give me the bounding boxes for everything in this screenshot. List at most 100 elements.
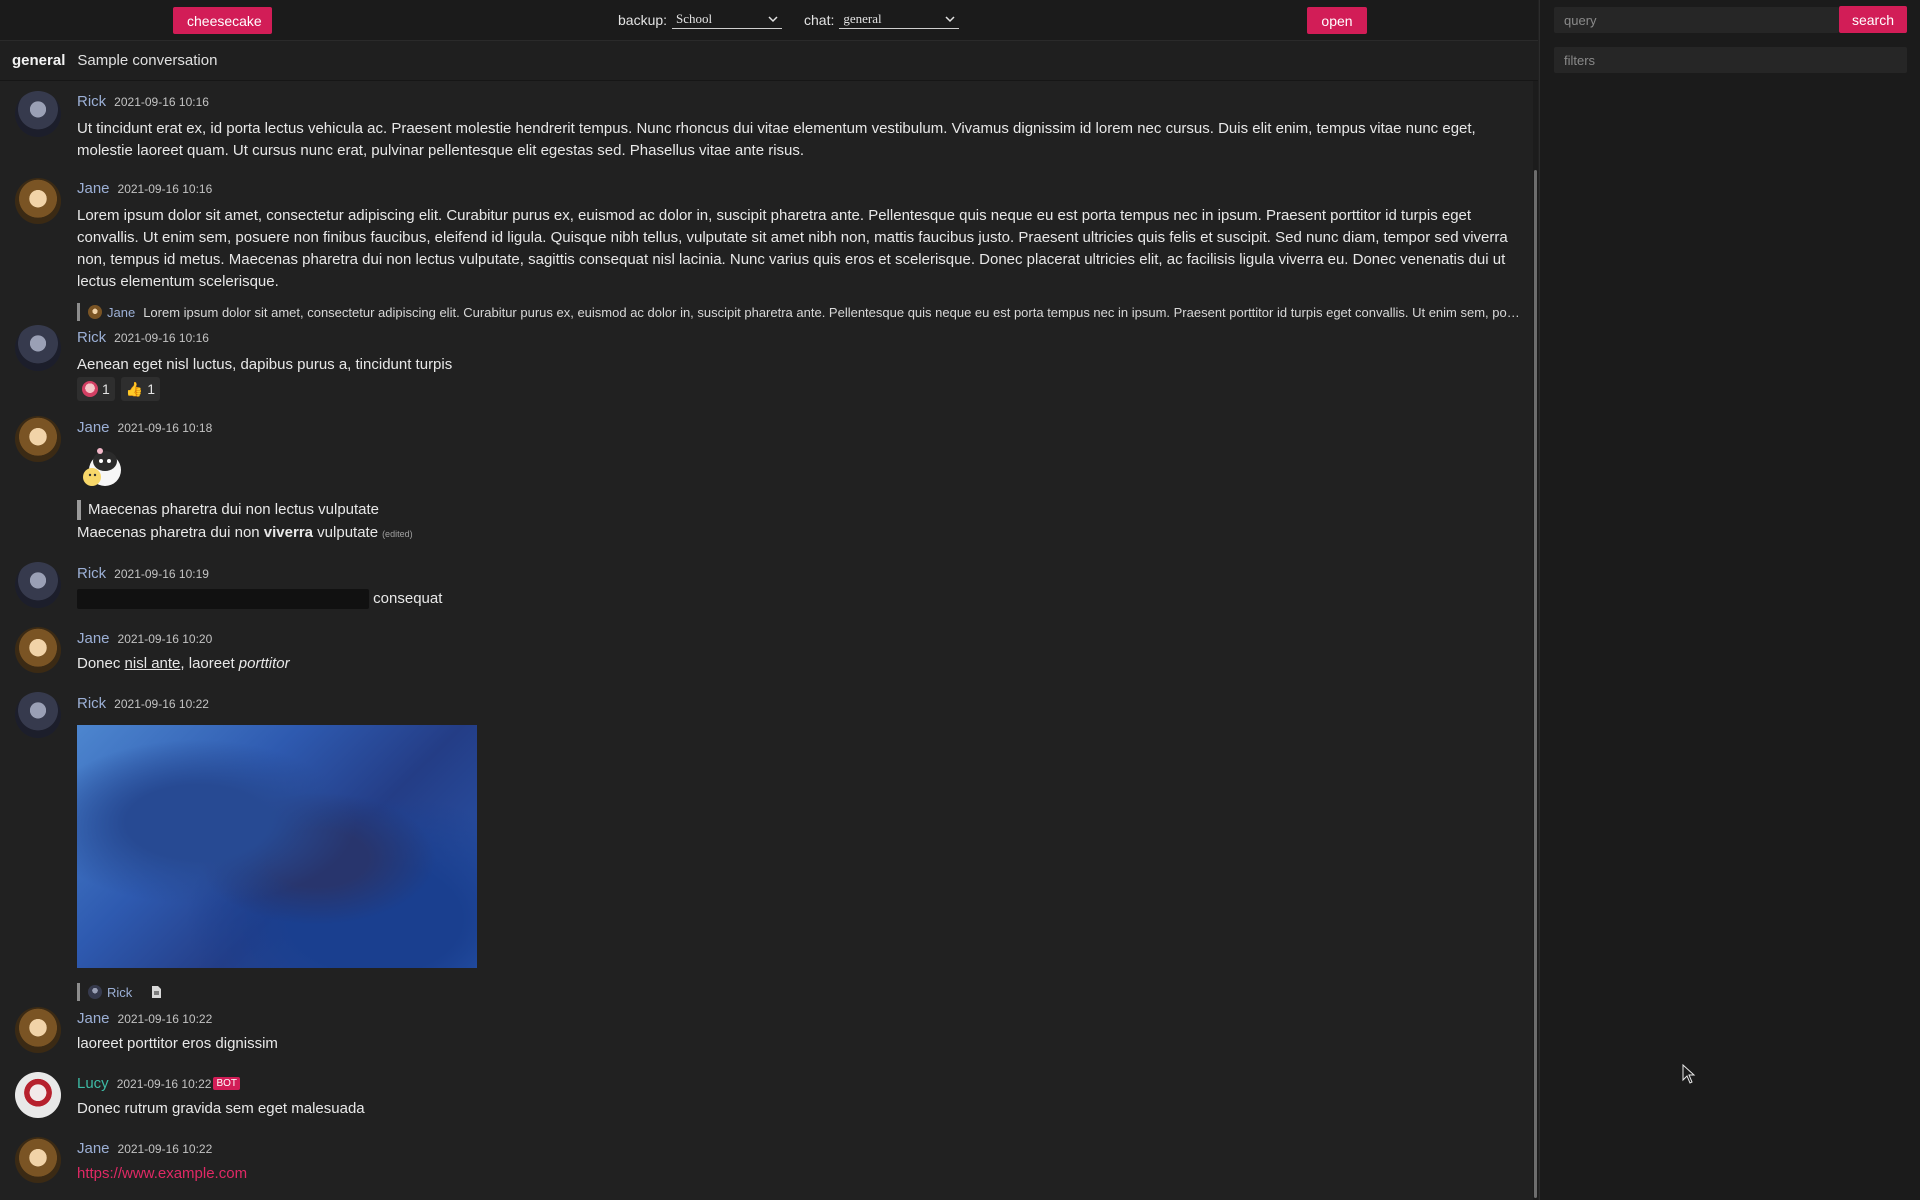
message-header: Rick 2021-09-16 10:22 <box>77 695 209 712</box>
text-segment: consequat <box>373 590 443 607</box>
message-header: Rick 2021-09-16 10:16 <box>77 329 209 346</box>
timestamp: 2021-09-16 10:16 <box>114 331 209 345</box>
search-query-input[interactable] <box>1554 7 1839 33</box>
spoiler[interactable] <box>77 589 369 610</box>
timestamp: 2021-09-16 10:22 <box>117 1012 213 1026</box>
timestamp: 2021-09-16 10:16 <box>117 182 213 196</box>
author-name[interactable]: Rick <box>77 695 106 712</box>
chat-select[interactable]: general <box>839 10 960 29</box>
message-text: https://www.example.com <box>77 1163 1517 1185</box>
avatar <box>15 178 61 224</box>
avatar <box>15 1072 61 1118</box>
italic-text: porttitor <box>238 655 290 672</box>
message-text: consequat <box>77 588 1517 610</box>
message-text: Aenean eget nisl luctus, dapibus purus a… <box>77 356 453 373</box>
chat-name: general <box>12 52 66 69</box>
backup-label: backup: <box>618 11 668 28</box>
reaction-anime[interactable]: 1 <box>77 377 115 401</box>
timestamp: 2021-09-16 10:16 <box>114 95 209 109</box>
text-segment: , laoreet <box>180 655 239 672</box>
avatar <box>15 562 61 608</box>
avatar <box>15 91 61 137</box>
anime-girl-emoji-icon <box>82 381 98 397</box>
author-name[interactable]: Rick <box>77 329 106 346</box>
backup-select[interactable]: School <box>672 10 783 29</box>
message-list[interactable]: Rick 2021-09-16 10:16 Ut tincidunt erat … <box>0 81 1530 1200</box>
reply-avatar <box>88 985 102 999</box>
author-name[interactable]: Rick <box>77 93 106 110</box>
avatar <box>15 627 61 673</box>
text-segment: Donec <box>77 655 125 672</box>
author-name[interactable]: Jane <box>77 180 110 197</box>
penguin-chick-sticker-icon[interactable] <box>78 443 124 489</box>
file-icon <box>152 986 162 998</box>
avatar <box>15 325 61 371</box>
author-name[interactable]: Lucy <box>77 1075 109 1092</box>
message-header: Lucy 2021-09-16 10:22 BOT <box>77 1075 240 1092</box>
reaction-count: 1 <box>147 381 156 397</box>
message-header: Jane 2021-09-16 10:20 <box>77 630 212 647</box>
timestamp: 2021-09-16 10:22 <box>114 697 209 711</box>
timestamp: 2021-09-16 10:18 <box>117 421 213 435</box>
message-text: Lorem ipsum dolor sit amet, consectetur … <box>77 207 1508 290</box>
bold-text: viverra <box>263 524 314 541</box>
timestamp: 2021-09-16 10:20 <box>117 632 213 646</box>
reply-preview[interactable]: Jane Lorem ipsum dolor sit amet, consect… <box>77 303 1523 321</box>
reply-avatar <box>88 305 102 319</box>
message-header: Jane 2021-09-16 10:22 <box>77 1140 212 1157</box>
reply-author: Jane <box>107 304 136 320</box>
reaction-thumbs-up[interactable]: 👍 1 <box>120 377 161 401</box>
chat-description: Sample conversation <box>77 52 218 69</box>
top-bar: cheesecake backup: School chat: general … <box>0 0 1538 41</box>
message-text: Ut tincidunt erat ex, id porta lectus ve… <box>77 120 1476 159</box>
text-segment: Maecenas pharetra dui non <box>77 524 264 541</box>
filters-input[interactable] <box>1554 47 1907 73</box>
message-text: laoreet porttitor eros dignissim <box>77 1035 278 1052</box>
author-name[interactable]: Jane <box>77 1140 110 1157</box>
search-panel: search <box>1539 0 1920 1200</box>
edited-marker: (edited) <box>382 529 413 539</box>
author-name[interactable]: Jane <box>77 1010 110 1027</box>
chat-selector: chat: general <box>804 10 960 29</box>
reply-text: Lorem ipsum dolor sit amet, consectetur … <box>143 304 1523 320</box>
message-text: Maecenas pharetra dui non viverra vulput… <box>77 522 1517 545</box>
message-link[interactable]: https://www.example.com <box>77 1165 247 1182</box>
mouse-cursor-icon <box>1682 1064 1696 1084</box>
message-text: Donec rutrum gravida sem eget malesuada <box>77 1100 365 1117</box>
backup-selector: backup: School <box>618 10 783 29</box>
message-header: Rick 2021-09-16 10:19 <box>77 565 209 582</box>
chat-label: chat: <box>804 11 835 28</box>
text-segment: vulputate <box>313 524 379 541</box>
chat-select-value: general <box>843 11 882 26</box>
cheesecake-button[interactable]: cheesecake <box>173 7 272 34</box>
message-header: Jane 2021-09-16 10:16 <box>77 180 212 197</box>
timestamp: 2021-09-16 10:22 <box>117 1142 213 1156</box>
chat-header: general Sample conversation <box>0 41 1538 81</box>
message-header: Jane 2021-09-16 10:18 <box>77 419 212 436</box>
thumbs-up-emoji-icon: 👍 <box>125 380 144 397</box>
message-header: Jane 2021-09-16 10:22 <box>77 1010 212 1027</box>
reply-preview[interactable]: Rick <box>77 983 162 1001</box>
timestamp: 2021-09-16 10:22 <box>116 1077 212 1091</box>
reactions: 1 👍 1 <box>77 377 161 401</box>
search-button[interactable]: search <box>1839 6 1907 33</box>
chevron-down-icon <box>768 16 778 23</box>
avatar <box>15 692 61 738</box>
backup-select-value: School <box>676 11 713 26</box>
message-header: Rick 2021-09-16 10:16 <box>77 93 209 110</box>
avatar <box>15 1007 61 1053</box>
quote-block: Maecenas pharetra dui non lectus vulputa… <box>77 500 379 520</box>
scrollbar-thumb[interactable] <box>1534 170 1537 1198</box>
underlined-text: nisl ante <box>124 655 181 672</box>
chevron-down-icon <box>945 16 955 23</box>
author-name[interactable]: Jane <box>77 419 110 436</box>
message-text: Donec nisl ante, laoreet porttitor <box>77 653 1517 675</box>
open-button[interactable]: open <box>1307 7 1367 34</box>
author-name[interactable]: Rick <box>77 565 106 582</box>
image-attachment[interactable] <box>77 725 477 968</box>
author-name[interactable]: Jane <box>77 630 110 647</box>
avatar <box>15 416 61 462</box>
avatar <box>15 1137 61 1183</box>
bot-badge: BOT <box>213 1077 240 1090</box>
timestamp: 2021-09-16 10:19 <box>114 567 209 581</box>
